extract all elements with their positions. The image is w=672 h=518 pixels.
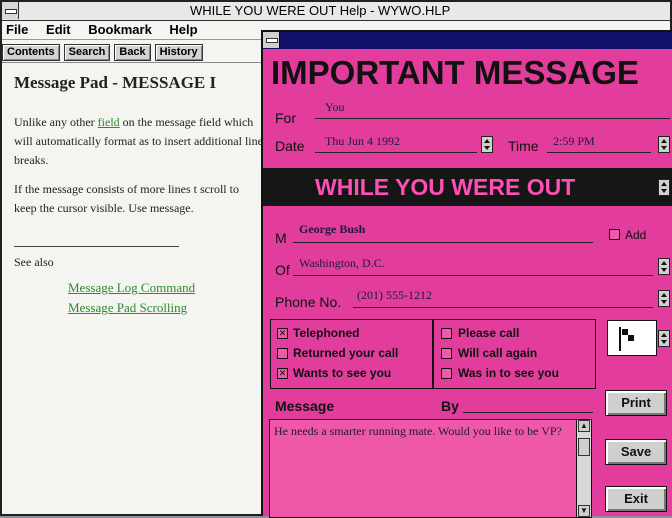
will-call-again-label: Will call again	[458, 346, 538, 360]
returned-call-label: Returned your call	[293, 346, 399, 360]
help-title-bar[interactable]: WHILE YOU WERE OUT Help - WYWO.HLP	[2, 2, 670, 21]
message-textarea[interactable]: He needs a smarter running mate. Would y…	[269, 419, 592, 518]
for-field[interactable]: You	[325, 100, 344, 115]
scroll-down-icon[interactable]: ▼	[578, 505, 590, 517]
flag-icon	[619, 327, 634, 351]
was-in-checkbox[interactable]	[441, 368, 452, 379]
date-spinner-icon[interactable]	[481, 136, 493, 153]
system-menu-icon[interactable]	[2, 2, 19, 19]
for-underline	[315, 118, 670, 119]
m-label: M	[275, 230, 287, 246]
history-button[interactable]: History	[154, 44, 203, 61]
was-in-label: Was in to see you	[458, 366, 559, 380]
company-underline	[293, 275, 653, 276]
message-scrollbar[interactable]: ▲ ▼	[576, 420, 591, 517]
telephoned-checkbox[interactable]: ✕	[277, 328, 288, 339]
please-call-label: Please call	[458, 326, 520, 340]
time-spinner-icon[interactable]	[658, 136, 670, 153]
icon-spinner-icon[interactable]	[658, 330, 670, 347]
company-field[interactable]: Washington, D.C.	[299, 256, 385, 271]
icon-selector[interactable]	[607, 320, 657, 356]
banner-spinner-icon[interactable]	[658, 179, 670, 196]
of-label: Of	[275, 262, 290, 278]
message-pad-window: IMPORTANT MESSAGE For You Date Thu Jun 4…	[261, 30, 672, 518]
field-link[interactable]: field	[98, 115, 120, 129]
caller-underline	[293, 242, 593, 243]
telephoned-label: Telephoned	[293, 326, 360, 340]
pad-system-menu-icon[interactable]	[263, 32, 280, 48]
by-underline	[463, 412, 593, 413]
returned-call-checkbox[interactable]	[277, 348, 288, 359]
phone-field[interactable]: (201) 555-1212	[357, 288, 432, 303]
help-paragraph-1: Unlike any other field on the message fi…	[14, 113, 264, 170]
banner-title: WHILE YOU WERE OUT	[315, 174, 576, 200]
print-button[interactable]: Print	[605, 390, 667, 416]
menu-edit[interactable]: Edit	[46, 21, 71, 39]
pad-heading: IMPORTANT MESSAGE	[271, 54, 639, 91]
date-underline	[315, 152, 477, 153]
time-label: Time	[508, 138, 539, 154]
time-underline	[547, 152, 651, 153]
wants-to-see-checkbox[interactable]: ✕	[277, 368, 288, 379]
message-text[interactable]: He needs a smarter running mate. Would y…	[274, 424, 574, 439]
search-button[interactable]: Search	[63, 44, 111, 61]
by-label: By	[441, 398, 459, 414]
add-label: Add	[625, 228, 647, 242]
menu-bookmark[interactable]: Bookmark	[88, 21, 152, 39]
menu-help[interactable]: Help	[169, 21, 197, 39]
save-button[interactable]: Save	[605, 439, 667, 465]
please-call-checkbox[interactable]	[441, 328, 452, 339]
menu-file[interactable]: File	[6, 21, 28, 39]
company-spinner-icon[interactable]	[658, 258, 670, 275]
date-label: Date	[275, 138, 305, 154]
phone-spinner-icon[interactable]	[658, 290, 670, 307]
contents-button[interactable]: Contents	[2, 44, 60, 61]
date-field[interactable]: Thu Jun 4 1992	[325, 134, 400, 149]
exit-button[interactable]: Exit	[605, 486, 667, 512]
wants-to-see-label: Wants to see you	[293, 366, 392, 380]
time-field[interactable]: 2:59 PM	[553, 134, 595, 149]
scroll-up-icon[interactable]: ▲	[578, 420, 590, 432]
back-button[interactable]: Back	[114, 44, 151, 61]
for-label: For	[275, 110, 296, 126]
phone-label: Phone No.	[275, 294, 342, 310]
help-window-title: WHILE YOU WERE OUT Help - WYWO.HLP	[190, 3, 451, 18]
message-pad-title-bar[interactable]	[263, 32, 672, 49]
divider	[14, 246, 179, 247]
para1-text-a: Unlike any other	[14, 115, 98, 129]
phone-underline	[353, 307, 653, 308]
caller-name-field[interactable]: George Bush	[299, 222, 365, 237]
help-paragraph-2: If the message consists of more lines t …	[14, 182, 239, 215]
add-checkbox[interactable]	[609, 229, 620, 240]
message-label: Message	[275, 398, 335, 414]
while-you-were-out-banner: WHILE YOU WERE OUT	[263, 168, 672, 206]
will-call-again-checkbox[interactable]	[441, 348, 452, 359]
scroll-thumb[interactable]	[578, 438, 590, 456]
